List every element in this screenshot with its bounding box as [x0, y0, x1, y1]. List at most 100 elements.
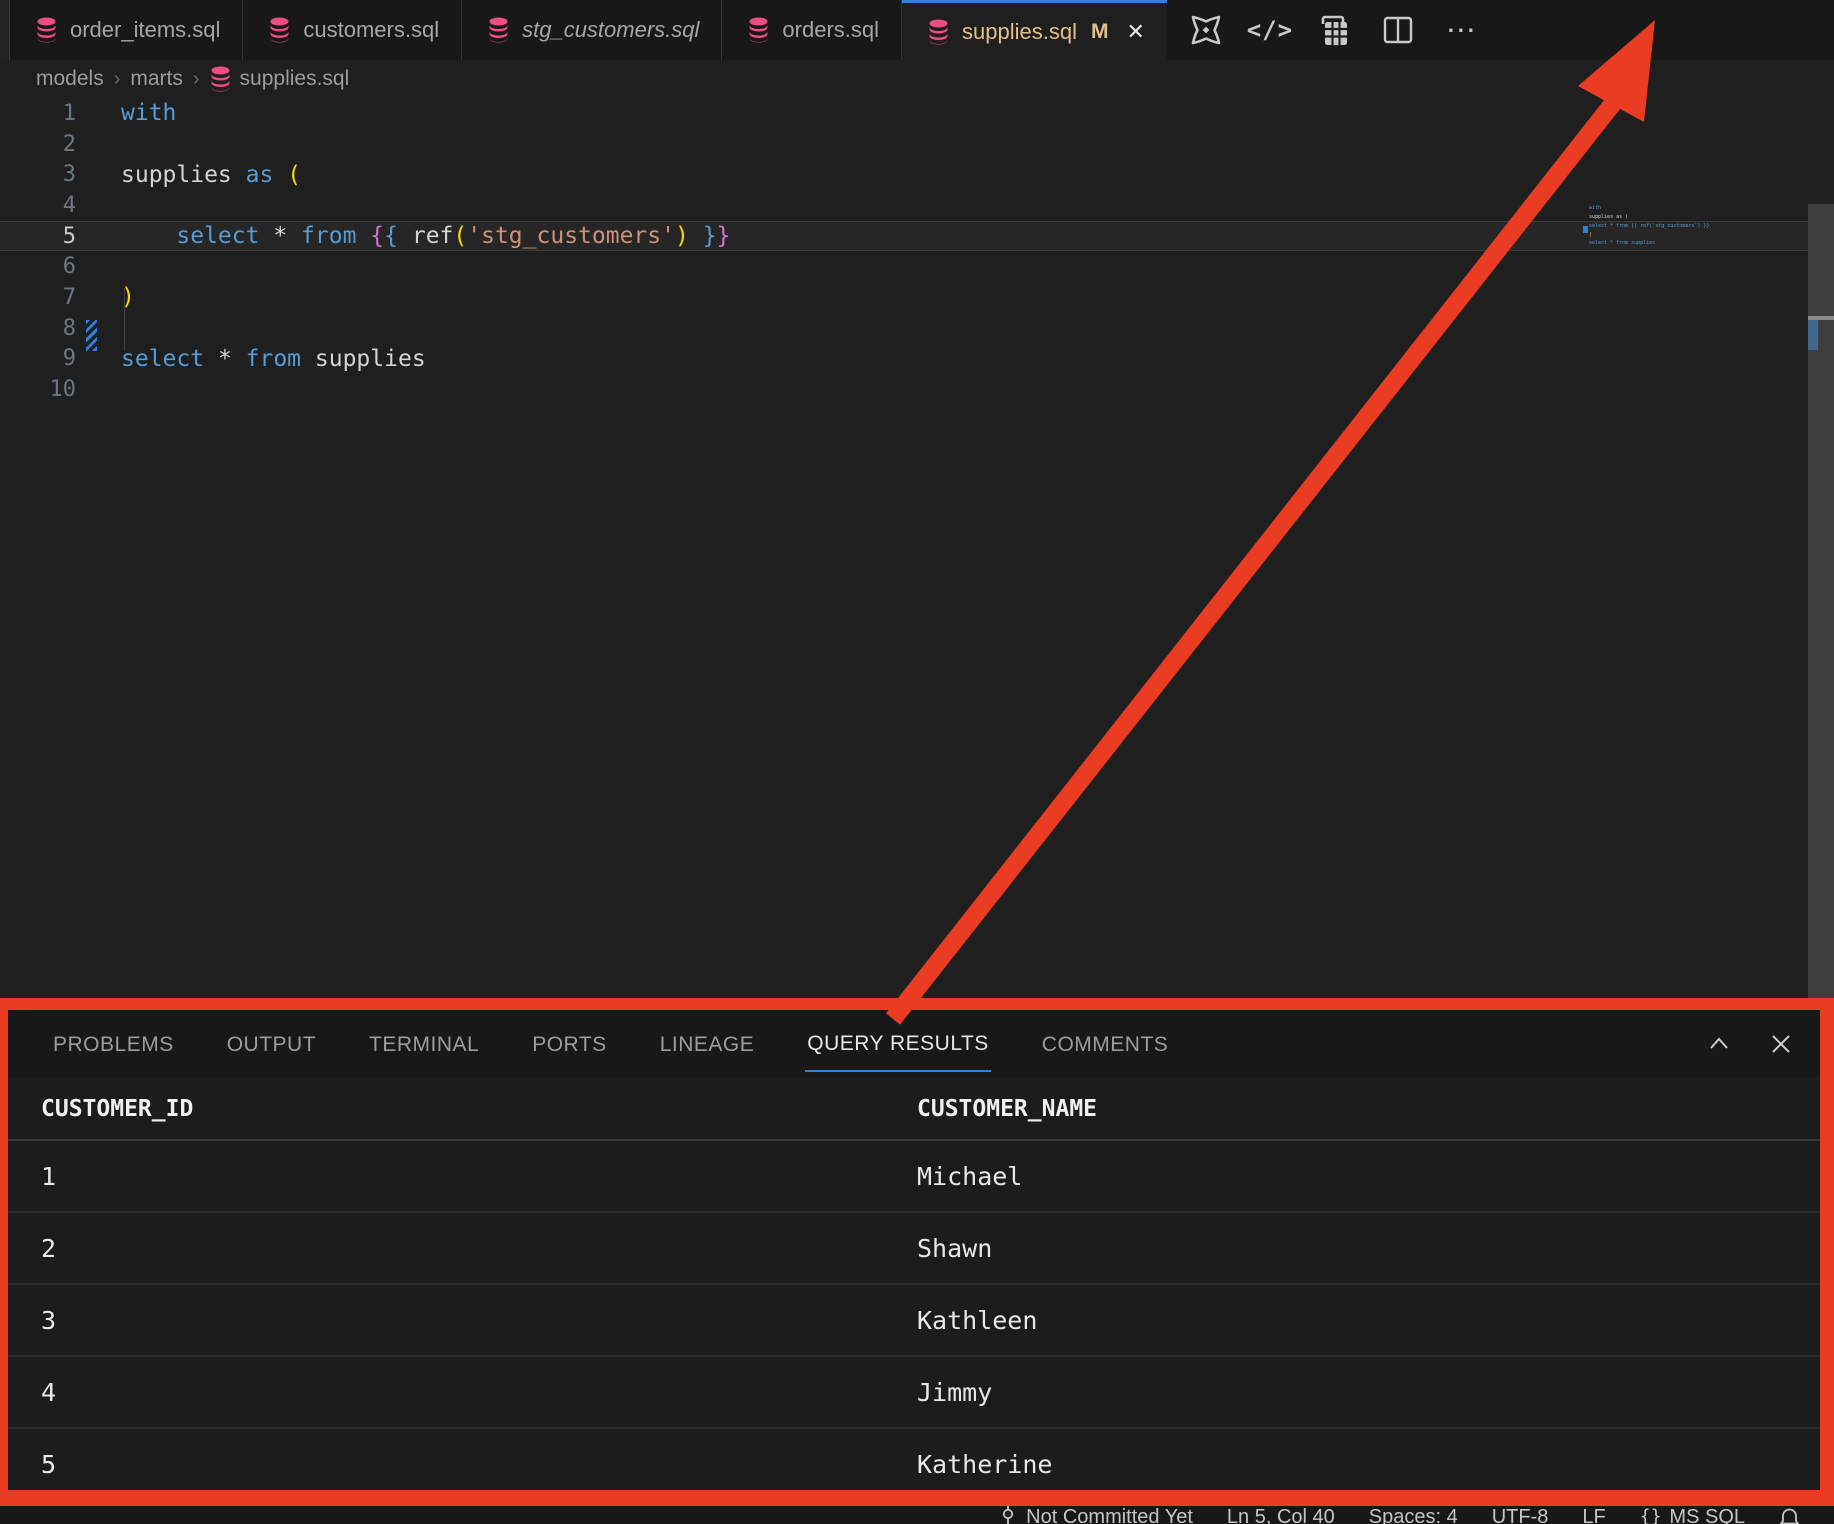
tab-label: order_items.sql — [70, 17, 220, 43]
breadcrumb-item-supplies[interactable]: supplies.sql — [210, 66, 350, 92]
line-content: select * from supplies — [121, 346, 426, 372]
status-item-not-committed-yet[interactable]: Not Committed Yet — [998, 1506, 1193, 1524]
dbt-icon[interactable] — [1187, 11, 1225, 49]
status-bar: Not Committed Yet Ln 5, Col 40 Spaces: 4 UT… — [0, 1506, 1834, 1524]
minimap-line: select * from supplies — [1589, 241, 1655, 245]
code-line-5[interactable]: 5 select * from {{ ref('stg_customers') … — [0, 221, 1834, 252]
breadcrumb-separator: › — [114, 68, 121, 91]
editor-tab-order_items[interactable]: order_items.sql — [10, 0, 243, 60]
status-label: Not Committed Yet — [1026, 1506, 1193, 1524]
panel-tab-comments[interactable]: COMMENTS — [1040, 1017, 1171, 1071]
database-icon — [269, 17, 290, 43]
table-row[interactable]: 4Jimmy — [8, 1356, 1820, 1428]
editor-tab-customers[interactable]: customers.sql — [243, 0, 462, 60]
more-actions-icon[interactable]: ⋯ — [1443, 11, 1481, 49]
table-cell: Michael — [917, 1140, 1820, 1212]
database-icon — [488, 17, 509, 43]
panel-tab-terminal[interactable]: TERMINAL — [367, 1017, 481, 1071]
vscode-window: order_items.sql customers.sql stg_custom… — [0, 0, 1834, 1524]
table-cell: 2 — [8, 1212, 917, 1284]
line-content: select * from {{ ref('stg_customers') }} — [121, 223, 730, 249]
editor-tab-stg_customers[interactable]: stg_customers.sql — [462, 0, 722, 60]
code-line-7[interactable]: 7) — [0, 282, 1834, 313]
line-number: 7 — [0, 285, 76, 310]
modified-line-gutter-marker — [86, 320, 97, 351]
code-line-8[interactable]: 8 — [0, 313, 1834, 344]
panel-tab-query-results[interactable]: QUERY RESULTS — [805, 1016, 991, 1072]
tab-label: customers.sql — [303, 17, 439, 43]
braces-icon: {} — [1640, 1506, 1662, 1524]
table-row[interactable]: 3Kathleen — [8, 1284, 1820, 1356]
code-line-6[interactable]: 6 — [0, 251, 1834, 282]
panel-tab-problems[interactable]: PROBLEMS — [51, 1017, 176, 1071]
compiled-code-icon[interactable]: </> — [1251, 11, 1289, 49]
line-content: supplies as ( — [121, 162, 301, 188]
status-item-utf-8[interactable]: UTF-8 — [1492, 1506, 1549, 1524]
query-results-icon[interactable] — [1315, 11, 1353, 49]
line-number: 1 — [0, 101, 76, 126]
breadcrumb-label: models — [36, 67, 104, 91]
results-header-row: CUSTOMER_IDCUSTOMER_NAME — [8, 1078, 1820, 1140]
tab-label: stg_customers.sql — [522, 17, 699, 43]
editor-tabs: order_items.sql customers.sql stg_custom… — [10, 0, 1167, 60]
breadcrumb-separator: › — [193, 68, 200, 91]
panel-tab-bar: PROBLEMS OUTPUT TERMINAL PORTS LINEAGE QUERY … — [8, 1010, 1820, 1078]
line-number: 4 — [0, 193, 76, 218]
table-row[interactable]: 1Michael — [8, 1140, 1820, 1212]
status-item-spaces-4[interactable]: Spaces: 4 — [1369, 1506, 1458, 1524]
breadcrumb-item-marts[interactable]: marts — [130, 67, 183, 91]
editor-tab-supplies[interactable]: supplies.sqlM✕ — [902, 0, 1167, 60]
bottom-panel: PROBLEMS OUTPUT TERMINAL PORTS LINEAGE QUERY … — [8, 1010, 1820, 1490]
table-cell: 4 — [8, 1356, 917, 1428]
code-line-9[interactable]: 9 select * from supplies — [0, 344, 1834, 375]
code-line-4[interactable]: 4 — [0, 190, 1834, 221]
status-label: LF — [1582, 1506, 1605, 1524]
panel-actions — [1706, 1010, 1794, 1078]
table-cell: 1 — [8, 1140, 917, 1212]
code-line-2[interactable]: 2 — [0, 129, 1834, 160]
editor-scrollbar[interactable] — [1808, 204, 1834, 1096]
panel-close-icon[interactable] — [1768, 1031, 1794, 1057]
status-item-lf[interactable]: LF — [1582, 1506, 1605, 1524]
line-number: 5 — [0, 224, 76, 249]
table-cell: 3 — [8, 1284, 917, 1356]
close-tab-icon[interactable]: ✕ — [1126, 19, 1144, 45]
code-line-1[interactable]: 1with — [0, 98, 1834, 129]
split-editor-icon[interactable] — [1379, 11, 1417, 49]
breadcrumb-label: supplies.sql — [240, 67, 350, 91]
code-lines: 1with23supplies as ( 4 5 select * from {{ … — [0, 98, 1834, 405]
panel-tab-lineage[interactable]: LINEAGE — [658, 1017, 757, 1071]
code-line-10[interactable]: 10 — [0, 374, 1834, 405]
line-number: 9 — [0, 346, 76, 371]
minimap-line: supplies as ( — [1589, 215, 1628, 219]
minimap-line: ) — [1589, 233, 1592, 237]
database-icon — [210, 66, 231, 92]
bell-icon — [1779, 1506, 1800, 1524]
tabbar-left-edge — [0, 0, 10, 60]
panel-collapse-icon[interactable] — [1706, 1031, 1732, 1057]
status-item-bell[interactable] — [1779, 1506, 1800, 1524]
table-cell: 5 — [8, 1428, 917, 1490]
query-results-view: CUSTOMER_IDCUSTOMER_NAME 1Michael2Shawn3… — [8, 1078, 1820, 1490]
minimap[interactable]: withsupplies as (select * from {{ ref('s… — [1583, 206, 1803, 266]
line-number: 6 — [0, 254, 76, 279]
editor-tab-bar: order_items.sql customers.sql stg_custom… — [0, 0, 1834, 60]
modified-badge: M — [1091, 20, 1109, 44]
code-line-3[interactable]: 3supplies as ( — [0, 159, 1834, 190]
git-commit-icon — [998, 1506, 1018, 1524]
table-row[interactable]: 2Shawn — [8, 1212, 1820, 1284]
breadcrumb-item-models[interactable]: models — [36, 67, 104, 91]
editor-tab-orders[interactable]: orders.sql — [722, 0, 902, 60]
status-item-ms-sql[interactable]: {}MS SQL — [1640, 1506, 1745, 1524]
status-item-ln-5-col-40[interactable]: Ln 5, Col 40 — [1227, 1506, 1335, 1524]
indent-guide — [124, 288, 125, 351]
scrollbar-modified-marker — [1808, 320, 1818, 350]
panel-tab-output[interactable]: OUTPUT — [225, 1017, 318, 1071]
results-table: CUSTOMER_IDCUSTOMER_NAME 1Michael2Shawn3… — [8, 1078, 1820, 1490]
code-editor[interactable]: 1with23supplies as ( 4 5 select * from {{ … — [0, 98, 1834, 998]
panel-tab-ports[interactable]: PORTS — [530, 1017, 608, 1071]
minimap-line: select * from {{ ref('stg_customers') }} — [1589, 224, 1709, 228]
table-row[interactable]: 5Katherine — [8, 1428, 1820, 1490]
table-cell: Shawn — [917, 1212, 1820, 1284]
results-column-header: CUSTOMER_ID — [8, 1078, 917, 1140]
